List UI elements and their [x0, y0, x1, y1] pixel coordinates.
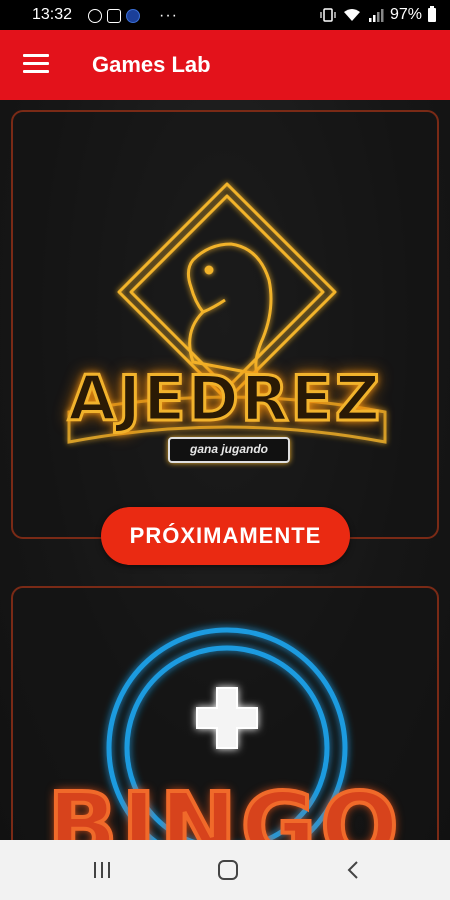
app-bar: Games Lab	[0, 30, 450, 100]
wifi-icon	[343, 9, 360, 21]
notification-icons: ···	[88, 7, 178, 25]
chess-subtitle: gana jugando	[168, 437, 290, 463]
status-time: 13:32	[32, 6, 73, 23]
hamburger-menu-icon[interactable]	[23, 54, 49, 74]
bingo-title: BINGO	[45, 771, 403, 840]
app-title: Games Lab	[92, 52, 211, 77]
chess-title: AJEDREZ	[67, 361, 382, 437]
home-icon	[218, 860, 238, 880]
home-button[interactable]	[188, 840, 268, 900]
game-card-bingo[interactable]: BINGO	[11, 586, 439, 840]
recents-icon	[94, 862, 110, 878]
system-icons: 97%	[320, 6, 436, 24]
flipboard-icon	[107, 9, 121, 23]
back-button[interactable]	[314, 840, 394, 900]
recents-button[interactable]	[62, 840, 142, 900]
coming-soon-button[interactable]: PRÓXIMAMENTE	[101, 507, 350, 565]
status-bar: 13:32 ··· 97%	[0, 0, 450, 30]
battery-percentage: 97%	[389, 6, 422, 23]
back-icon	[347, 861, 358, 879]
system-nav-bar	[0, 840, 450, 900]
games-list[interactable]: AJEDREZ gana jugando PRÓXIMAMENTE BINGO	[0, 100, 450, 840]
more-notifications-icon: ···	[159, 7, 178, 24]
whatsapp-icon	[88, 9, 102, 23]
battery-icon	[428, 6, 436, 22]
app-notification-icon	[126, 9, 140, 23]
chess-knight-logo	[67, 182, 387, 444]
vibrate-icon	[320, 8, 336, 22]
game-card-chess[interactable]: AJEDREZ gana jugando	[11, 110, 439, 539]
signal-icon	[368, 9, 384, 22]
